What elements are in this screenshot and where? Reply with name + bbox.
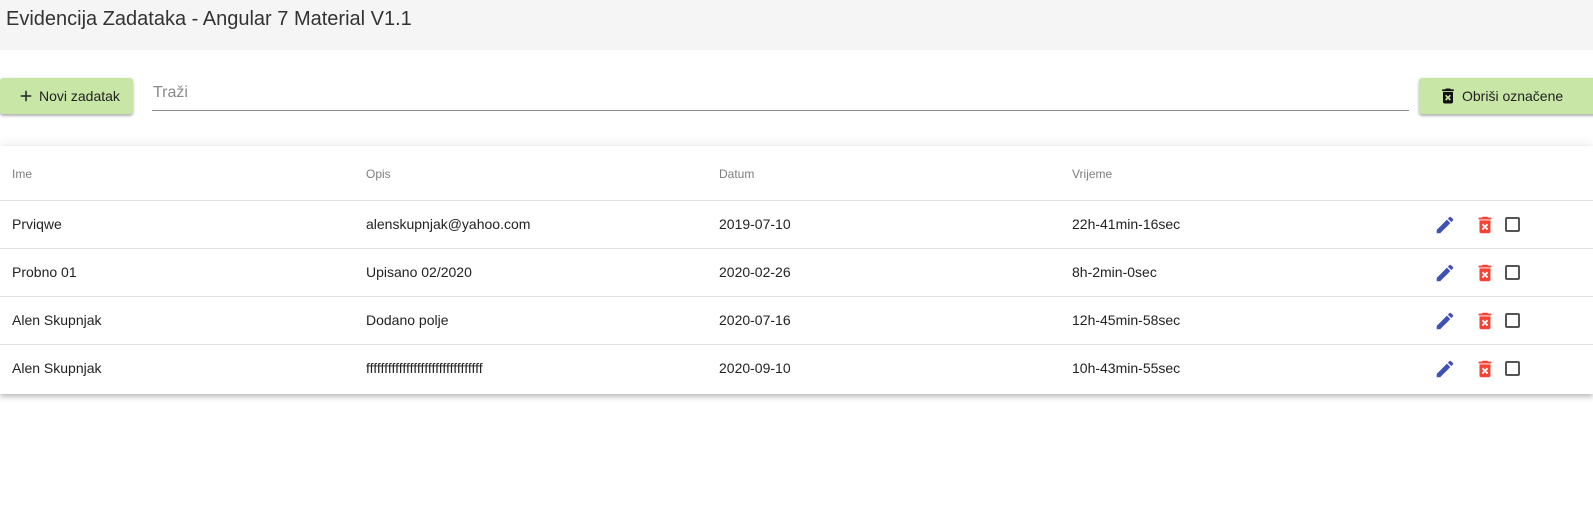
delete-button[interactable] [1474,262,1496,284]
app-title: Evidencija Zadataka - Angular 7 Material… [6,8,412,30]
row-checkbox[interactable] [1505,313,1520,328]
table-row: Prviqwe alenskupnjak@yahoo.com 2019-07-10 2… [0,201,1593,249]
cell-description: Upisano 02/2020 [366,264,472,280]
pencil-icon [1436,216,1454,234]
cell-name: Alen Skupnjak [12,312,102,328]
delete-selected-label: Obriši označene [1462,88,1564,104]
cell-date: 2020-02-26 [719,264,791,280]
row-checkbox[interactable] [1505,361,1520,376]
cell-description: alenskupnjak@yahoo.com [366,216,531,232]
header-time[interactable]: Vrijeme [1072,167,1112,181]
cell-description: Dodano polje [366,312,449,328]
header-date[interactable]: Datum [719,167,754,181]
cell-name: Probno 01 [12,264,77,280]
trash-icon [1478,264,1492,282]
edit-button[interactable] [1434,358,1456,380]
search-input[interactable] [152,80,1411,106]
pencil-icon [1436,312,1454,330]
delete-button[interactable] [1474,214,1496,236]
cell-date: 2020-07-16 [719,312,791,328]
cell-time: 8h-2min-0sec [1072,264,1157,280]
header-description[interactable]: Opis [366,167,391,181]
app-toolbar: Evidencija Zadataka - Angular 7 Material… [0,0,1593,50]
trash-icon [1478,360,1492,378]
table-header-row: Ime Opis Datum Vrijeme [0,146,1593,201]
trash-icon [1442,88,1454,104]
row-checkbox[interactable] [1505,217,1520,232]
plus-icon [20,90,32,102]
new-task-label: Novi zadatak [39,88,120,104]
cell-time: 10h-43min-55sec [1072,360,1181,376]
cell-description: ffffffffffffffffffffffffffffffff [366,360,483,376]
edit-button[interactable] [1434,214,1456,236]
cell-time: 22h-41min-16sec [1072,216,1181,232]
edit-button[interactable] [1434,310,1456,332]
pencil-icon [1436,360,1454,378]
trash-icon [1478,216,1492,234]
trash-icon [1478,312,1492,330]
row-checkbox[interactable] [1505,265,1520,280]
search-field[interactable] [152,80,1411,111]
delete-button[interactable] [1474,310,1496,332]
cell-time: 12h-45min-58sec [1072,312,1181,328]
cell-name: Prviqwe [12,216,62,232]
table-row: Alen Skupnjak Dodano polje 2020-07-16 12h-4… [0,297,1593,345]
pencil-icon [1436,264,1454,282]
tasks-table: Ime Opis Datum Vrijeme Prviqwe alenskupnj… [0,146,1593,394]
edit-button[interactable] [1434,262,1456,284]
cell-date: 2020-09-10 [719,360,791,376]
new-task-button[interactable]: Novi zadatak [0,78,133,114]
cell-name: Alen Skupnjak [12,360,102,376]
cell-date: 2019-07-10 [719,216,791,232]
delete-button[interactable] [1474,358,1496,380]
delete-selected-button[interactable]: Obriši označene [1419,78,1593,114]
table-row: Probno 01 Upisano 02/2020 2020-02-26 8h-2mi… [0,249,1593,297]
table-row: Alen Skupnjak fffffffffffffffffffffffffff… [0,345,1593,393]
header-name[interactable]: Ime [12,167,32,181]
